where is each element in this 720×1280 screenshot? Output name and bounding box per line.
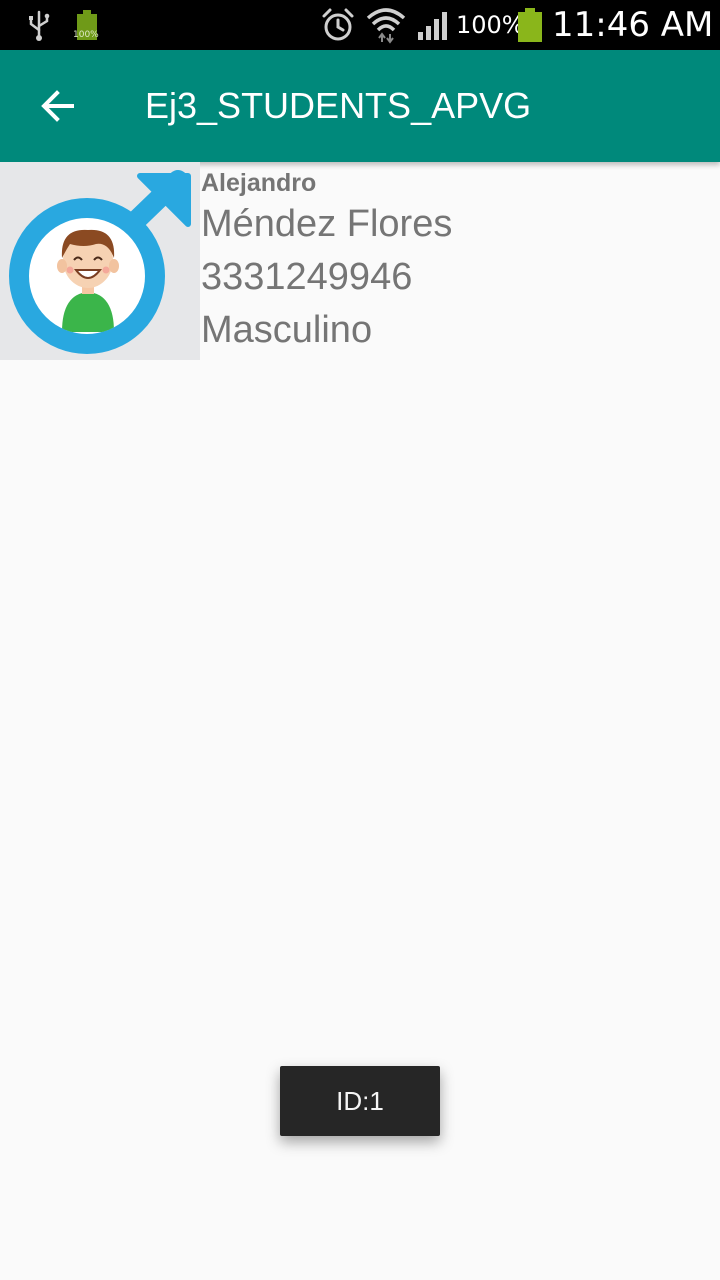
student-list-item[interactable]: Alejandro Méndez Flores 3331249946 Mascu…	[0, 162, 720, 360]
student-gender: Masculino	[201, 309, 373, 351]
student-first-name: Alejandro	[201, 169, 317, 197]
student-info: Alejandro Méndez Flores 3331249946 Mascu…	[201, 168, 452, 357]
male-symbol-avatar-icon	[0, 162, 200, 360]
toolbar-title: Ej3_STUDENTS_APVG	[145, 85, 532, 126]
wifi-icon	[366, 0, 406, 50]
student-last-names: Méndez Flores	[201, 203, 453, 245]
signal-icon	[416, 0, 452, 50]
app-toolbar: Ej3_STUDENTS_APVG	[0, 50, 720, 162]
alarm-icon	[320, 0, 356, 50]
battery-percent: 100%	[456, 11, 525, 39]
status-time: 11:46 AM	[552, 5, 714, 45]
usb-icon	[22, 0, 56, 50]
arrow-back-icon	[41, 90, 74, 122]
back-button[interactable]	[28, 76, 88, 136]
battery-icon	[516, 0, 544, 50]
status-bar: 100% 100% 11:46 AM	[0, 0, 720, 50]
battery-charged-icon	[74, 0, 100, 50]
small-battery-label: 100%	[73, 30, 99, 40]
student-phone: 3331249946	[201, 256, 413, 298]
toast-message: ID:1	[280, 1066, 440, 1136]
